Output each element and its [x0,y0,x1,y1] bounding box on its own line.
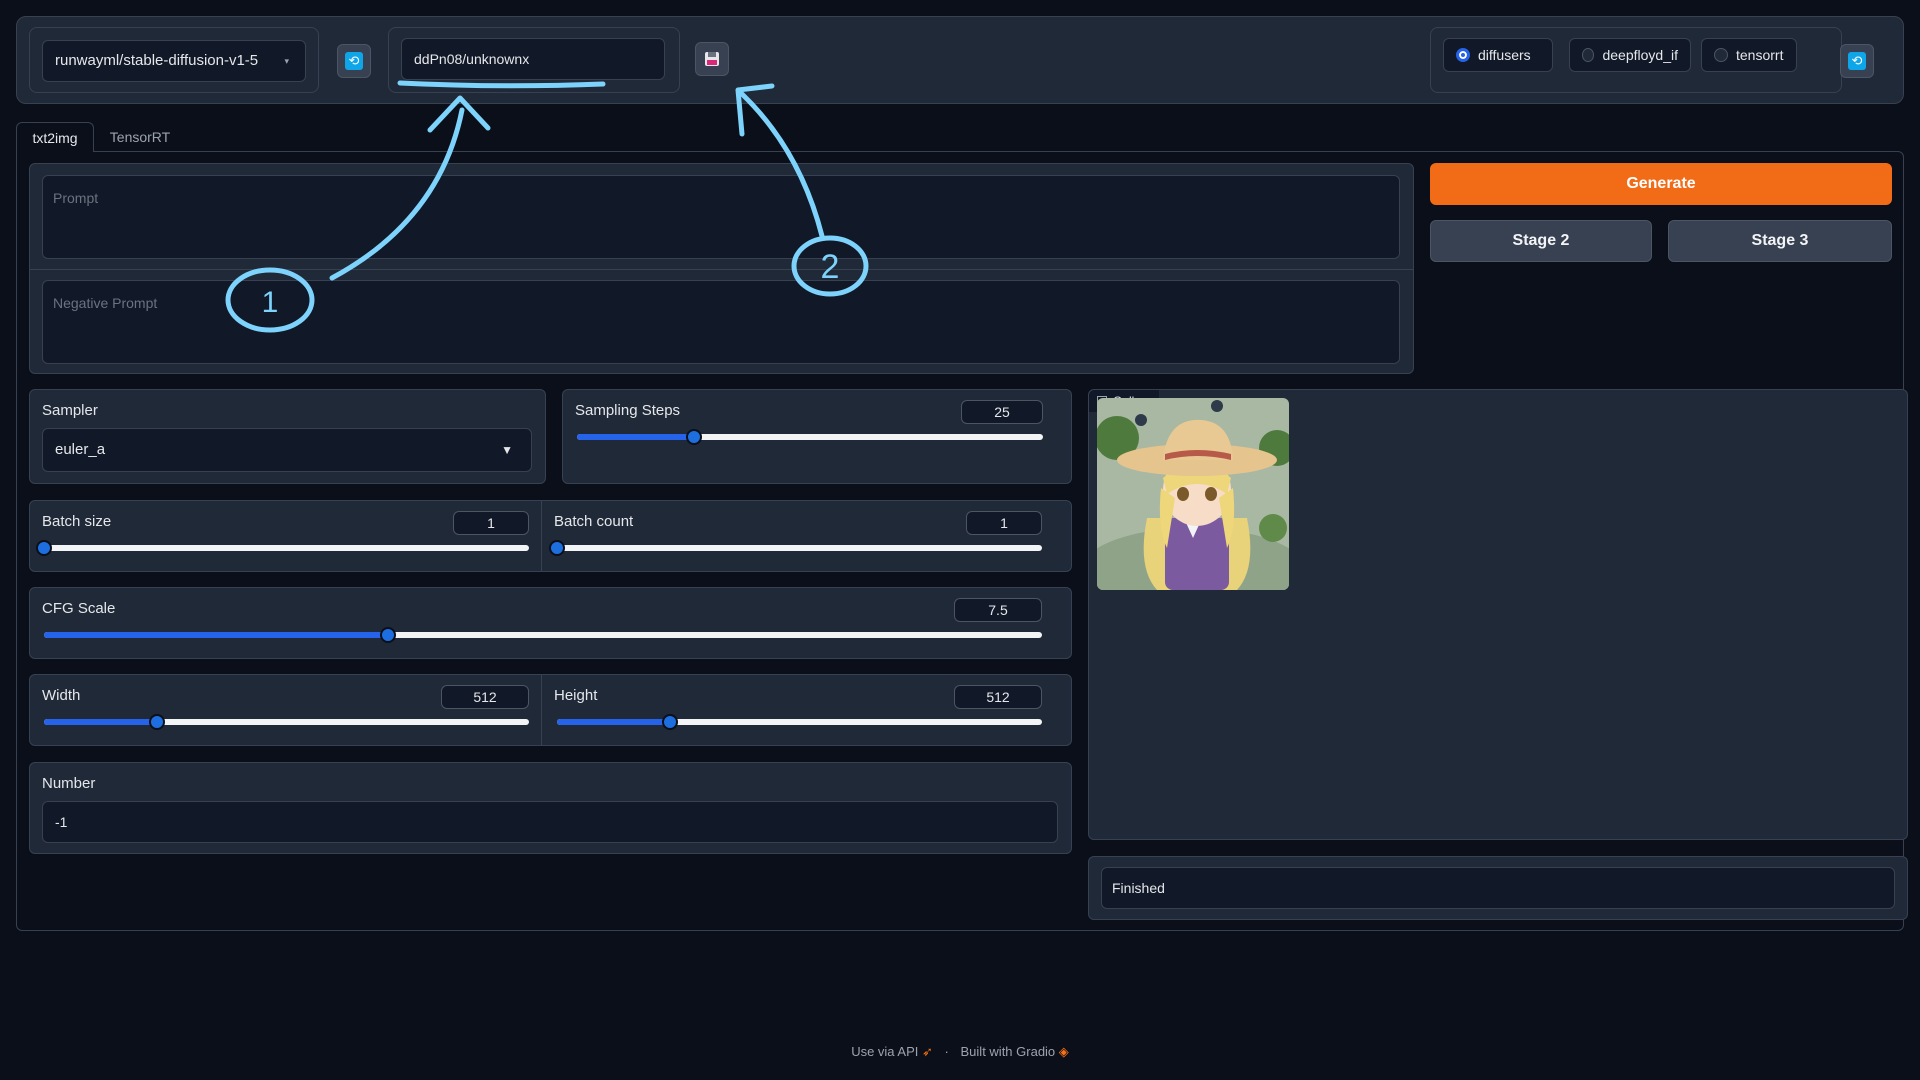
footer-separator: · [944,1044,949,1059]
height-number[interactable]: 512 [954,685,1042,709]
use-via-api-link[interactable]: Use via API ➶ [851,1044,933,1059]
prompt-panel: Prompt Negative Prompt [29,163,1414,374]
backend-label-tensorrt: tensorrt [1736,47,1784,63]
slider-thumb[interactable] [149,714,165,730]
sampler-value: euler_a [55,441,106,458]
chevron-down-icon: ▾ [284,56,289,66]
backend-option-diffusers[interactable]: diffusers [1443,38,1553,72]
sampling-steps-slider[interactable] [577,429,1043,445]
stage-2-label: Stage 2 [1512,232,1570,249]
height-slider[interactable] [557,714,1042,730]
save-button[interactable] [695,42,729,76]
model-select[interactable]: runwayml/stable-diffusion-v1-5 ▾ [42,40,306,82]
batch-size-number[interactable]: 1 [453,511,529,535]
sampler-label: Sampler [42,402,98,419]
lora-input-value: ddPn08/unknownx [414,51,530,67]
sampling-steps-panel: Sampling Steps 25 [562,389,1072,484]
tab-txt2img[interactable]: txt2img [16,122,94,152]
batch-panel: Batch size 1 Batch count 1 [29,500,1072,572]
built-label: Built with Gradio [960,1044,1056,1059]
prompt-placeholder: Prompt [53,190,99,206]
rocket-icon: ➶ [922,1044,933,1059]
dimensions-panel: Width 512 Height 512 [29,674,1072,746]
refresh-backend-button[interactable]: ⟲ [1840,44,1874,78]
slider-fill [557,719,670,725]
batch-size-slider[interactable] [36,540,529,556]
seed-panel: Number -1 [29,762,1072,854]
status-box: Finished [1101,867,1895,909]
footer: Use via API ➶ · Built with Gradio ◈ [0,1044,1920,1060]
sampler-panel: Sampler euler_a ▼ [29,389,546,484]
sampler-select[interactable]: euler_a ▼ [42,428,532,472]
radio-unselected-icon [1582,48,1595,62]
divider [541,675,542,745]
gallery-thumbnail[interactable] [1097,398,1289,590]
cfg-scale-label: CFG Scale [42,600,116,617]
slider-thumb[interactable] [662,714,678,730]
negative-prompt-input[interactable]: Negative Prompt [42,280,1400,364]
model-select-value: runwayml/stable-diffusion-v1-5 [55,52,259,69]
width-label: Width [42,687,81,704]
refresh-icon: ⟲ [1848,52,1866,70]
seed-value: -1 [55,814,68,830]
cfg-scale-number[interactable]: 7.5 [954,598,1042,622]
stage-3-button[interactable]: Stage 3 [1668,220,1892,262]
batch-count-number[interactable]: 1 [966,511,1042,535]
backend-radio-group: diffusers deepfloyd_if tensorrt [1430,27,1842,93]
lora-input[interactable]: ddPn08/unknownx [401,38,665,80]
negative-prompt-placeholder: Negative Prompt [53,295,158,311]
tab-label: txt2img [32,130,78,146]
slider-thumb[interactable] [685,429,702,445]
slider-thumb[interactable] [549,540,565,556]
batch-size-label: Batch size [42,513,112,530]
refresh-models-button[interactable]: ⟲ [337,44,371,78]
status-text: Finished [1112,880,1165,896]
divider [30,269,1413,270]
slider-fill [44,719,157,725]
stage-2-button[interactable]: Stage 2 [1430,220,1652,262]
lora-panel: ddPn08/unknownx [388,27,680,93]
width-slider[interactable] [44,714,529,730]
seed-input[interactable]: -1 [42,801,1058,843]
gradio-logo-icon: ◈ [1058,1044,1069,1059]
divider [541,501,542,571]
width-number[interactable]: 512 [441,685,529,709]
generate-label: Generate [1626,175,1696,192]
slider-fill [577,434,694,440]
height-label: Height [554,687,598,704]
backend-label-deepfloyd: deepfloyd_if [1602,47,1678,63]
built-with-gradio-link[interactable]: Built with Gradio ◈ [961,1044,1069,1059]
generate-button[interactable]: Generate [1430,163,1892,205]
tab-tensorrt[interactable]: TensorRT [100,122,180,152]
tab-panel: Prompt Negative Prompt Generate Stage 2 … [16,151,1908,931]
stage-3-label: Stage 3 [1751,232,1809,249]
api-label: Use via API [851,1044,919,1059]
slider-thumb[interactable] [36,540,52,556]
gallery-panel: Gallery [1088,389,1908,840]
cfg-scale-panel: CFG Scale 7.5 [29,587,1072,659]
top-bar: runwayml/stable-diffusion-v1-5 ▾ ⟲ ddPn0… [16,16,1904,104]
tab-label: TensorRT [109,129,171,145]
status-panel: Finished [1088,856,1908,920]
batch-count-label: Batch count [554,513,634,530]
backend-option-deepfloyd[interactable]: deepfloyd_if [1569,38,1691,72]
cfg-scale-slider[interactable] [44,627,1042,643]
floppy-disk-icon [705,52,719,66]
slider-thumb[interactable] [380,627,397,643]
sampling-steps-label: Sampling Steps [575,402,681,419]
model-selector-panel: runwayml/stable-diffusion-v1-5 ▾ [29,27,319,93]
seed-label: Number [42,775,96,792]
batch-count-slider[interactable] [549,540,1042,556]
sampling-steps-number[interactable]: 25 [961,400,1043,424]
chevron-down-icon: ▼ [501,443,513,457]
backend-label-diffusers: diffusers [1478,47,1531,63]
backend-option-tensorrt[interactable]: tensorrt [1701,38,1797,72]
slider-fill [44,632,389,638]
anime-girl-image [1097,398,1289,590]
prompt-input[interactable]: Prompt [42,175,1400,259]
refresh-icon: ⟲ [345,52,363,70]
radio-unselected-icon [1714,48,1728,62]
radio-selected-icon [1456,48,1470,62]
